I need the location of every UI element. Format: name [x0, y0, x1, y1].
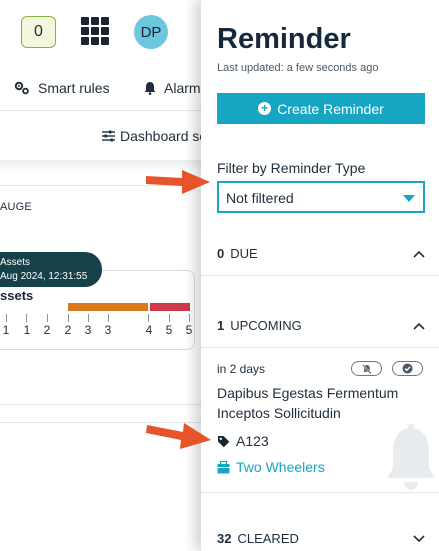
- reminder-asset: A123: [217, 433, 269, 449]
- gears-icon: [14, 81, 29, 95]
- menu-bar: Smart rules Alarms: [0, 64, 201, 111]
- reminder-type-filter-select[interactable]: Not filtered: [217, 181, 425, 213]
- asset-group-link[interactable]: Two Wheelers: [217, 459, 325, 475]
- mute-reminder-button[interactable]: [351, 361, 382, 376]
- due-label: DUE: [230, 246, 258, 261]
- reminder-name: Dapibus Egestas Fermentum Inceptos Solli…: [217, 385, 399, 421]
- filter-selected-value: Not filtered: [226, 190, 294, 206]
- tag-icon: [218, 435, 230, 447]
- reminder-panel: Reminder Last updated: a few seconds ago…: [201, 0, 439, 551]
- due-count: 0: [217, 246, 225, 261]
- gauge-tick-labels: 1 1 2 2 3 3 4 5 5: [0, 323, 201, 339]
- upcoming-label: UPCOMING: [230, 318, 302, 333]
- sliders-icon: [102, 130, 115, 142]
- bell-icon: [144, 82, 156, 95]
- last-updated-text: Last updated: a few seconds ago: [217, 62, 379, 74]
- smart-rules-label: Smart rules: [38, 80, 110, 96]
- divider: [201, 275, 439, 276]
- check-circle-icon: [402, 363, 413, 374]
- tick-label: 4: [145, 323, 153, 337]
- dashboard-settings-link[interactable]: Dashboard se: [102, 128, 201, 144]
- tooltip-line-1: Assets: [0, 257, 31, 268]
- tick-label: 1: [2, 323, 10, 337]
- smart-rules-menu-item[interactable]: Smart rules: [14, 80, 110, 96]
- alarms-menu-item[interactable]: Alarms: [144, 80, 201, 96]
- notification-count-badge[interactable]: 0: [21, 16, 56, 48]
- cleared-section-header[interactable]: 32 CLEARED: [217, 531, 425, 546]
- tick-label: 3: [84, 323, 92, 337]
- background-dashboard: 0 DP Smart rules Alarms: [0, 0, 201, 551]
- chevron-down-icon: [413, 531, 425, 546]
- tick-label: 2: [64, 323, 72, 337]
- asset-group-label: Two Wheelers: [236, 459, 325, 475]
- bell-icon: [387, 424, 435, 490]
- bell-slash-icon: [361, 363, 372, 374]
- clear-reminder-button[interactable]: [392, 361, 423, 376]
- tick-label: 1: [23, 323, 31, 337]
- annotation-arrow-icon: [146, 423, 211, 449]
- divider: [201, 347, 439, 348]
- top-bar: 0 DP: [0, 0, 201, 64]
- gauge-critical-band: [150, 303, 190, 311]
- dashboard-settings-label: Dashboard se: [120, 128, 201, 144]
- plus-circle-icon: +: [258, 102, 272, 115]
- tick-label: 2: [43, 323, 51, 337]
- cleared-label: CLEARED: [237, 531, 299, 546]
- upcoming-section-header[interactable]: 1 UPCOMING: [217, 318, 425, 333]
- asset-tag-label: A123: [236, 433, 269, 449]
- panel-title: Reminder: [217, 23, 351, 55]
- divider: [201, 492, 439, 493]
- user-avatar[interactable]: DP: [134, 15, 168, 49]
- tick-label: 3: [104, 323, 112, 337]
- caret-down-icon: [403, 195, 415, 202]
- chart-tooltip: Assets Aug 2024, 12:31:55: [0, 252, 102, 287]
- alarms-label: Alarms: [164, 80, 201, 96]
- gauge-card-title: ssets: [0, 288, 34, 303]
- chevron-up-icon: [413, 246, 425, 261]
- apps-grid-icon[interactable]: [81, 17, 109, 45]
- tooltip-line-2: Aug 2024, 12:31:55: [0, 271, 88, 282]
- chevron-up-icon: [413, 318, 425, 333]
- gauge-warning-band: [68, 303, 148, 311]
- gauge-widget-label: AUGE: [0, 201, 32, 213]
- tick-label: 5: [185, 323, 193, 337]
- divider: [0, 404, 201, 405]
- filter-label: Filter by Reminder Type: [217, 160, 366, 176]
- group-icon: [217, 460, 230, 473]
- upcoming-count: 1: [217, 318, 225, 333]
- cleared-count: 32: [217, 531, 232, 546]
- create-reminder-label: Create Reminder: [277, 100, 384, 117]
- annotation-arrow-icon: [146, 170, 210, 194]
- create-reminder-button[interactable]: + Create Reminder: [217, 93, 425, 124]
- due-section-header[interactable]: 0 DUE: [217, 246, 425, 261]
- reminder-due-time: in 2 days: [217, 362, 266, 376]
- dashboard-toolbar: Dashboard se: [0, 111, 201, 160]
- tick-label: 5: [165, 323, 173, 337]
